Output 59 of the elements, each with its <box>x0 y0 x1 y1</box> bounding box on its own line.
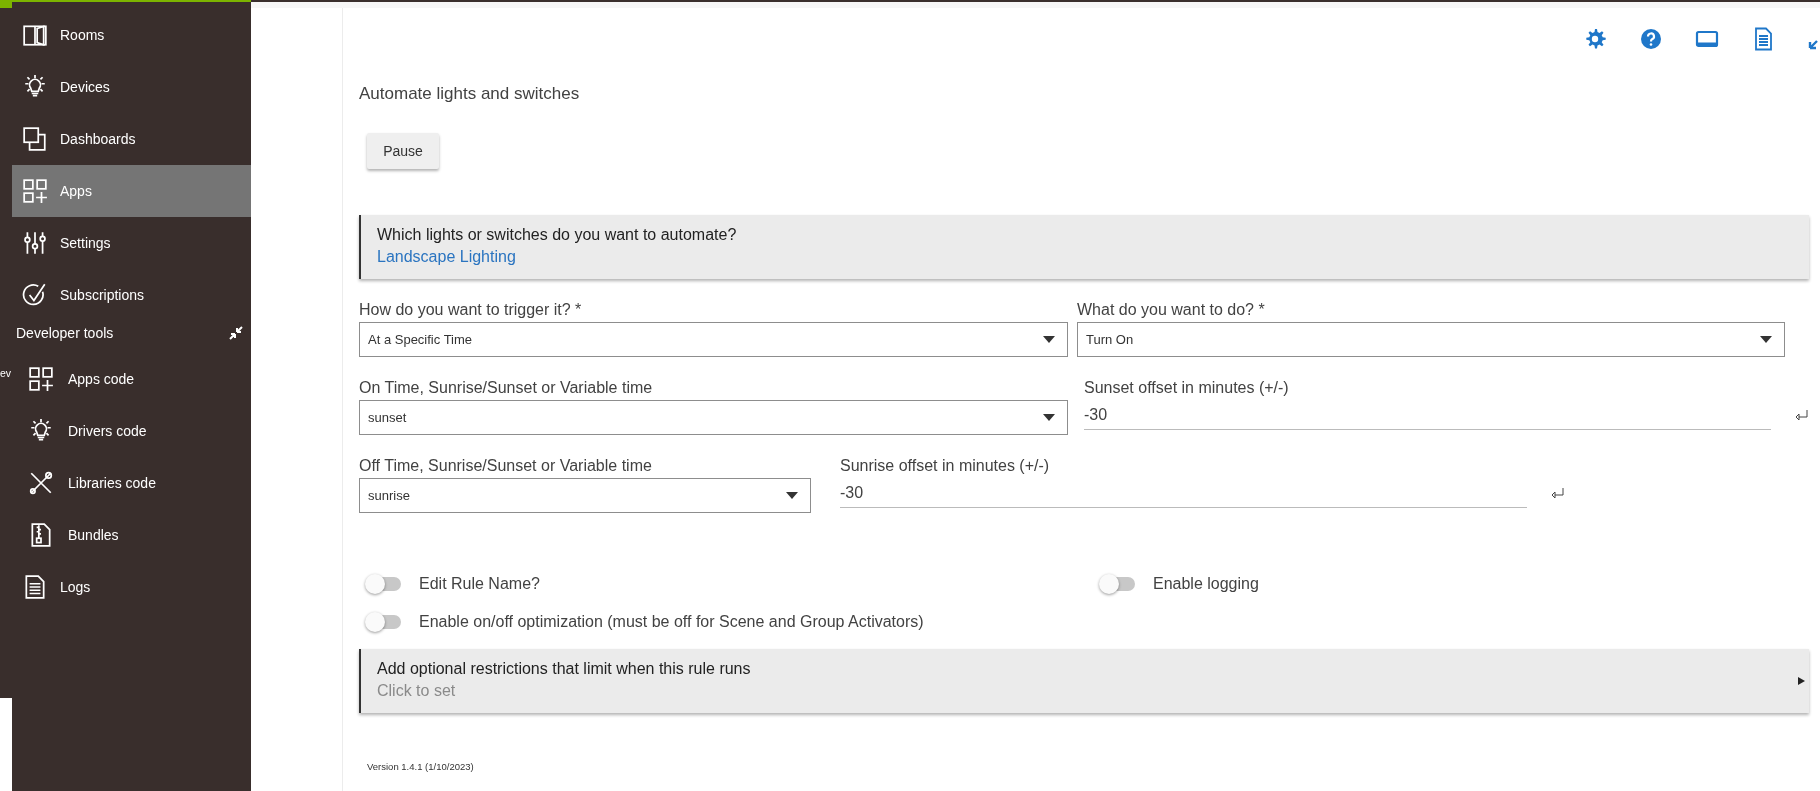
sidebar-item[interactable]: Dashboards <box>12 113 251 165</box>
section-title: Which lights or switches do you want to automate? <box>377 225 738 245</box>
check-circle-icon <box>22 282 48 308</box>
light-bulb-icon <box>22 74 48 100</box>
field-label: On Time, Sunrise/Sunset or Variable time <box>359 378 654 398</box>
page-title: Automate lights and switches <box>359 84 581 104</box>
return-icon <box>1795 409 1808 421</box>
collapse-icon <box>229 326 243 340</box>
sidebar-item[interactable]: Libraries code <box>12 457 251 509</box>
sidebar-item[interactable]: Rooms <box>12 9 251 61</box>
zip-file-icon <box>28 522 54 548</box>
caret-icon <box>1043 336 1055 343</box>
sidebar-item[interactable]: Settings <box>12 217 251 269</box>
field-label: Sunset offset in minutes (+/-) <box>1084 378 1290 398</box>
toggle-switch[interactable] <box>1101 577 1135 591</box>
select-field[interactable]: Turn On <box>1077 322 1785 357</box>
light-bulb-icon <box>28 418 54 444</box>
sidebar-item[interactable]: Devices <box>12 61 251 113</box>
field-label: How do you want to trigger it? * <box>359 300 583 320</box>
apps-grid-icon <box>28 366 54 392</box>
field-label: Sunrise offset in minutes (+/-) <box>840 456 1051 476</box>
caret-icon <box>786 492 798 499</box>
version-text: Version 1.4.1 (1/10/2023) <box>367 761 474 772</box>
hint-text: Click to set <box>377 681 457 701</box>
door-icon <box>22 22 48 48</box>
return-icon <box>1551 487 1564 499</box>
sidebar-item[interactable]: Apps code <box>12 353 251 405</box>
sliders-icon <box>22 230 48 256</box>
toggle-switch[interactable] <box>367 577 401 591</box>
sidebar-label: ev <box>0 367 12 379</box>
sidebar-item[interactable]: Bundles <box>12 509 251 561</box>
select-field[interactable]: At a Specific Time <box>359 322 1068 357</box>
stacked-squares-icon <box>22 126 48 152</box>
sidebar-item[interactable]: Drivers code <box>12 405 251 457</box>
device-link[interactable]: Landscape Lighting <box>377 247 516 267</box>
caret-icon <box>1760 336 1772 343</box>
tools-icon <box>28 470 54 496</box>
toggle-label: Edit Rule Name? <box>419 575 540 593</box>
section-title: Add optional restrictions that limit when this rule runs <box>377 659 752 679</box>
help-icon[interactable] <box>1639 27 1663 51</box>
section-header[interactable]: Which lights or switches do you want to automate? Landscape Lighting <box>359 215 1809 279</box>
field-label: What do you want to do? * <box>1077 300 1266 320</box>
number-field[interactable]: -30 <box>1084 400 1771 430</box>
sidebar-item[interactable]: Logs <box>12 561 251 613</box>
pause-button[interactable]: Pause <box>367 133 439 169</box>
toggle-switch[interactable] <box>367 615 401 629</box>
document-icon <box>22 574 48 600</box>
apps-grid-icon <box>22 178 48 204</box>
settings-icon[interactable] <box>1583 27 1607 51</box>
select-field[interactable]: sunset <box>359 400 1068 435</box>
field-label: Off Time, Sunrise/Sunset or Variable time <box>359 456 653 476</box>
sidebar-item[interactable]: Apps <box>12 165 251 217</box>
number-field[interactable]: -30 <box>840 478 1527 508</box>
toggle-label: Enable on/off optimization (must be off for Scene and Group Activators) <box>419 613 924 631</box>
section-header[interactable]: Add optional restrictions that limit when this rule runs Click to set <box>359 649 1809 713</box>
toggle-label: Enable logging <box>1153 575 1259 593</box>
caret-icon <box>1043 414 1055 421</box>
expand-arrow-icon <box>1798 677 1805 685</box>
select-field[interactable]: sunrise <box>359 478 811 513</box>
